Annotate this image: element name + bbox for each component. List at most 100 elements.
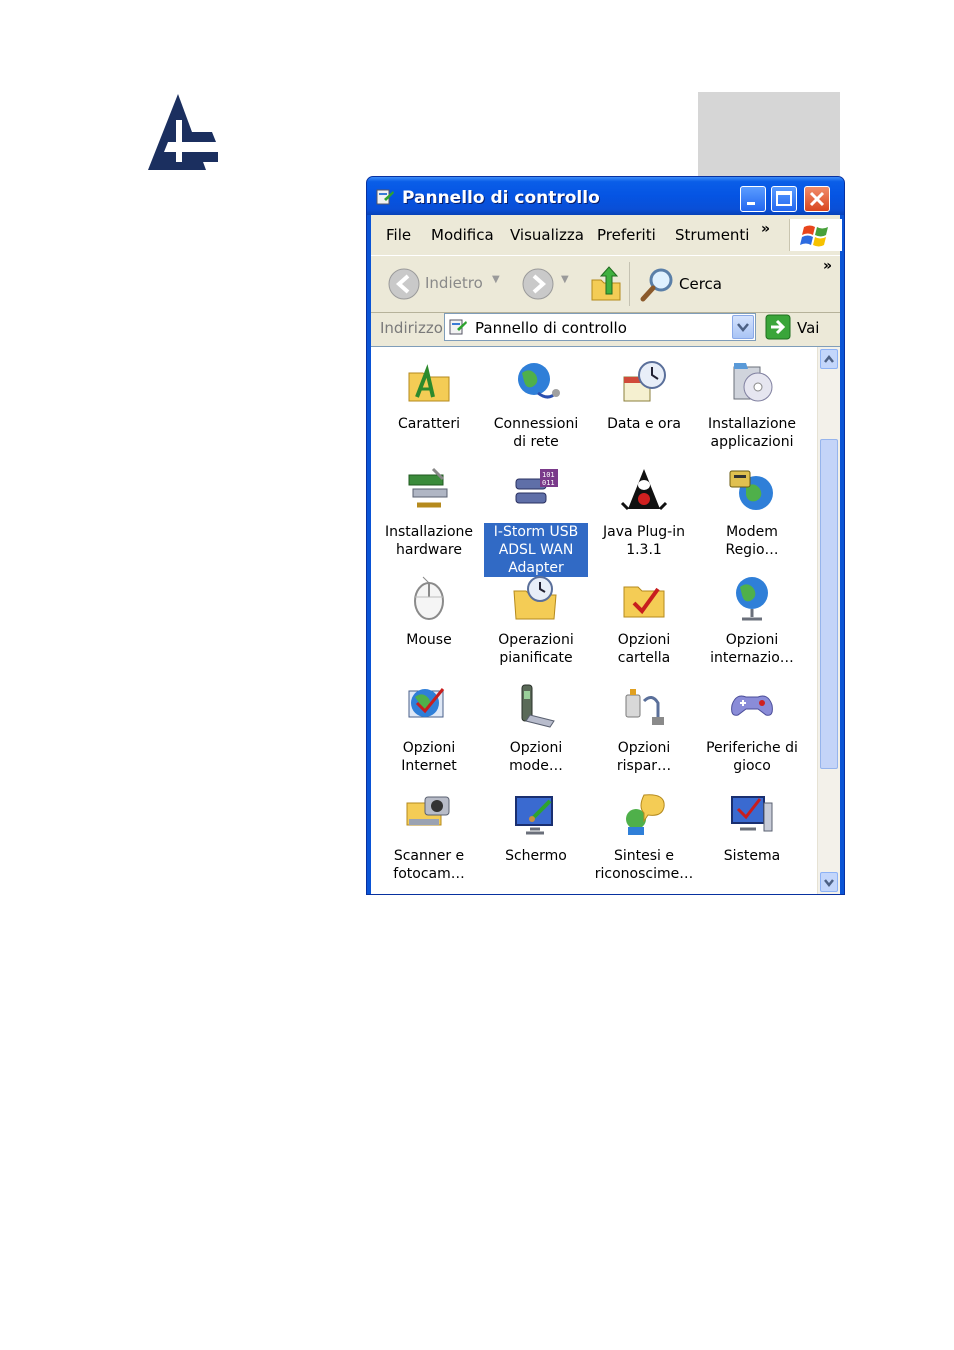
control-panel-item[interactable]: Opzioni rispar… [592,681,696,775]
control-panel-item[interactable]: Periferiche di gioco [700,681,804,775]
item-label: Operazioni pianificate [498,632,574,666]
item-label: Caratteri [398,416,460,432]
back-button[interactable]: Indietro ▼ [383,266,501,302]
up-folder-button[interactable] [589,264,623,304]
search-icon [640,268,673,302]
control-panel-item[interactable]: Opzioni Internet [377,681,481,775]
game-controllers-icon [731,695,773,716]
speech-icon [626,794,665,835]
title-bar[interactable]: Pannello di controllo [367,177,844,215]
control-panel-item[interactable]: Opzioni internazio… [700,573,804,667]
vertical-scrollbar[interactable] [817,347,840,894]
go-button[interactable]: Vai [763,314,823,340]
menu-file[interactable]: File [386,226,411,244]
address-label: Indirizzo [380,319,443,337]
page-corner-tab [698,92,840,176]
control-panel-item[interactable]: Schermo [484,789,588,865]
control-panel-item[interactable]: Scanner e fotocam… [377,789,481,883]
menu-overflow-chevron[interactable]: » [761,221,770,237]
item-label: I-Storm USB ADSL WAN Adapter [484,523,588,577]
minimize-button[interactable] [740,186,766,212]
mouse-icon [414,576,444,620]
scroll-thumb[interactable] [820,439,838,769]
forward-button[interactable]: ▼ [511,266,571,302]
window-client: File Modifica Visualizza Preferiti Strum… [371,215,842,894]
item-label: Opzioni cartella [617,632,671,666]
control-panel-item[interactable]: Opzioni mode… [484,681,588,775]
control-panel-item[interactable]: Data e ora [592,357,696,433]
network-connections-icon [518,363,560,399]
system-icon [731,796,773,832]
go-arrow-icon [765,314,791,340]
power-options-icon [625,689,664,725]
minimize-icon [747,202,755,205]
chevron-down-icon [737,323,749,332]
item-label: Opzioni Internet [401,740,457,774]
control-panel-item[interactable]: Installazione hardware [377,465,481,559]
chevron-up-icon [824,354,834,363]
control-panel-item[interactable]: 101 011 I-Storm USB ADSL WAN Adapter [484,465,588,577]
toolbar-overflow-chevron[interactable]: » [823,258,832,274]
phone-modem-icon [729,470,773,510]
control-panel-item[interactable]: Installazione applicazioni [700,357,804,451]
forward-dropdown-icon[interactable]: ▼ [561,274,569,285]
menu-modifica[interactable]: Modifica [431,226,494,244]
add-hardware-icon [408,467,448,508]
address-field[interactable]: Pannello di controllo [444,313,756,341]
item-label: Java Plug-in 1.3.1 [603,524,685,558]
search-button[interactable]: Cerca [639,265,729,303]
close-icon [809,191,825,207]
control-panel-item[interactable]: Operazioni pianificate [484,573,588,667]
control-panel-small-icon [449,319,467,335]
item-label: Data e ora [607,416,681,432]
menu-visualizza[interactable]: Visualizza [510,226,584,244]
back-dropdown-icon[interactable]: ▼ [492,274,500,285]
add-remove-programs-icon [733,363,773,402]
item-label: Sistema [723,848,781,864]
item-label: Periferiche di gioco [706,740,798,774]
folder-options-icon [623,586,665,618]
scheduled-tasks-icon [513,576,557,620]
windows-logo [789,219,842,251]
search-label: Cerca [679,275,722,293]
item-label: Modem Regio… [725,524,779,558]
address-dropdown-button[interactable] [732,315,754,339]
item-label: Schermo [505,848,567,864]
scroll-down-button[interactable] [820,872,838,892]
close-button[interactable] [804,186,830,212]
control-panel-icon [376,189,394,205]
control-panel-item[interactable]: Modem Regio… [700,465,804,559]
window-title: Pannello di controllo [402,188,600,208]
address-bar: Indirizzo Pannello di controllo Vai [371,313,840,345]
item-label: Installazione applicazioni [707,416,796,450]
up-folder-icon [591,266,621,301]
items-view[interactable]: Caratteri Connessioni di rete Data e ora In… [371,346,840,894]
item-label: Opzioni internazio… [710,632,794,666]
back-label: Indietro [425,274,483,292]
java-plugin-icon [620,469,668,511]
item-label: Sintesi e riconoscime… [594,848,694,882]
control-panel-item[interactable]: Mouse [377,573,481,649]
item-label: Scanner e fotocam… [393,848,465,882]
scanners-cameras-icon [406,796,450,826]
menu-strumenti[interactable]: Strumenti [675,226,749,244]
forward-arrow-icon [522,268,554,300]
menu-preferiti[interactable]: Preferiti [597,226,656,244]
control-panel-item[interactable]: Caratteri [377,357,481,433]
internet-options-icon [408,688,445,718]
control-panel-item[interactable]: Sintesi e riconoscime… [592,789,696,883]
item-label: Opzioni mode… [509,740,563,774]
maximize-button[interactable] [771,186,797,212]
control-panel-item[interactable]: Opzioni cartella [592,573,696,667]
folder-fonts-icon [408,364,450,402]
control-panel-window[interactable]: Pannello di controllo File Modifica Visu… [366,176,845,895]
control-panel-item[interactable]: Connessioni di rete [484,357,588,451]
scroll-up-button[interactable] [820,349,838,369]
date-time-icon [623,361,666,402]
control-panel-item[interactable]: Sistema [700,789,804,865]
control-panel-item[interactable]: Java Plug-in 1.3.1 [592,465,696,559]
display-icon [515,796,553,835]
menu-bar: File Modifica Visualizza Preferiti Strum… [371,215,842,253]
company-logo [148,94,218,170]
go-label: Vai [797,319,820,337]
